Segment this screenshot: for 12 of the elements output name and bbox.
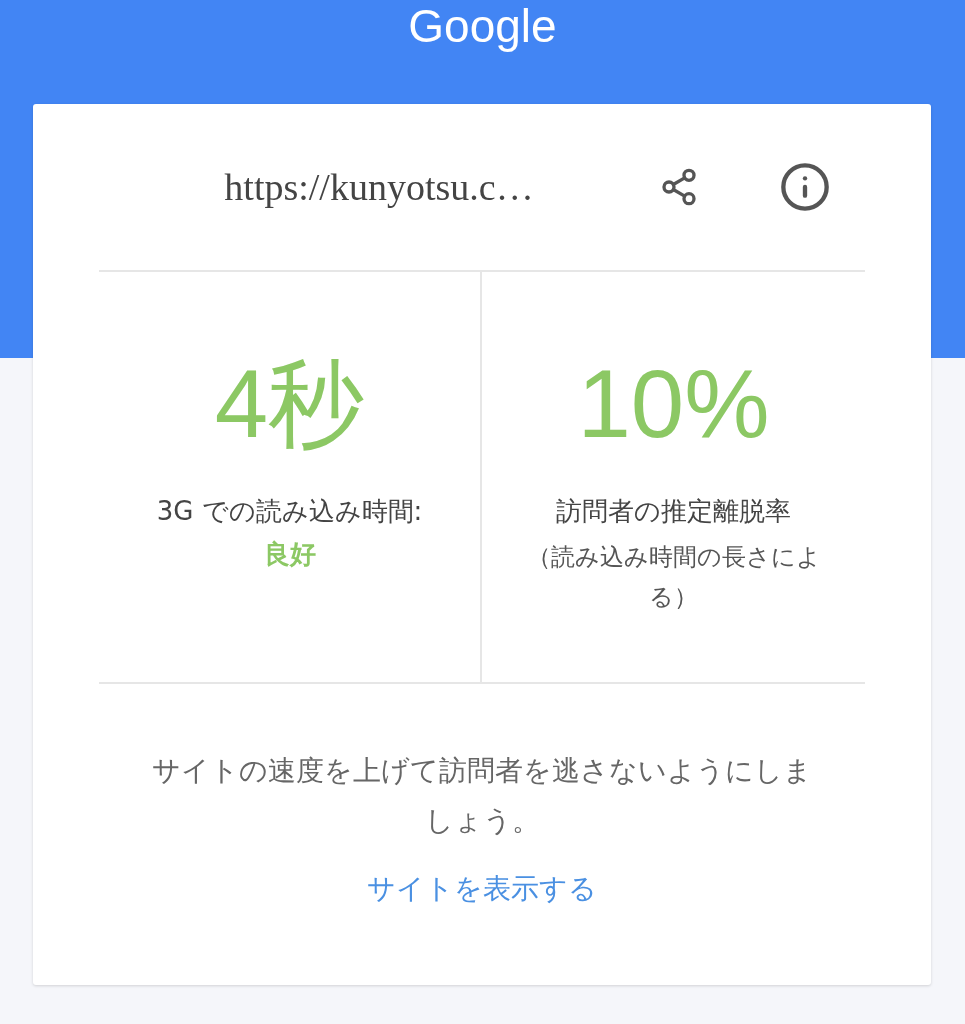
metric-note: （読み込み時間の長さによる）	[525, 542, 822, 613]
rating-text: 良好	[263, 538, 316, 571]
info-icon[interactable]	[779, 161, 831, 213]
advice-text: サイトの速度を上げて訪問者を逃さないようにしましょう。	[151, 753, 813, 839]
metric-label: 3G での読み込み時間:	[156, 495, 423, 528]
metric-value: 10%	[577, 354, 770, 454]
metric-value: 4秒	[214, 354, 365, 454]
site-url: https://kunyotsu.c…	[223, 165, 535, 209]
view-site-link[interactable]: サイトを表示する	[367, 870, 597, 908]
share-icon[interactable]	[659, 167, 699, 207]
google-logo: Google	[408, 0, 557, 52]
metric-label: 訪問者の推定離脱率	[556, 495, 791, 528]
